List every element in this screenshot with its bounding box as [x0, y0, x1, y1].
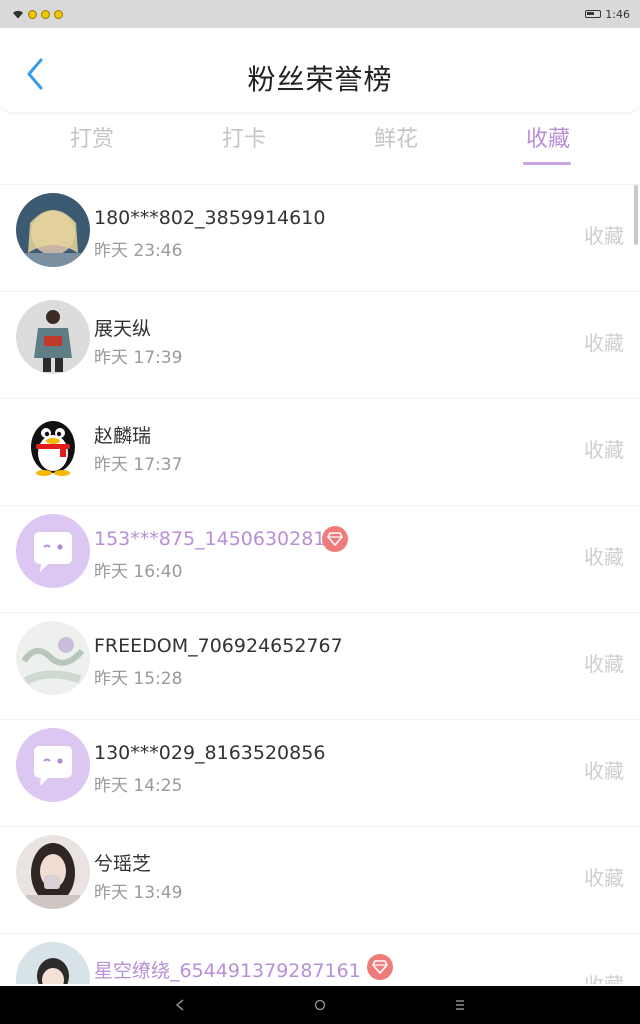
scrollbar[interactable]: [634, 185, 638, 245]
status-icons-left: [12, 9, 63, 19]
list-item[interactable]: 130***029_8163520856 昨天 14:25 收藏: [0, 719, 640, 826]
fan-name: 展天纵: [94, 318, 152, 340]
chat-bubble-icon: [34, 532, 72, 572]
fan-time: 昨天 14:25: [94, 776, 183, 796]
vip-badge: [322, 526, 348, 552]
tab-checkin[interactable]: 打卡: [194, 121, 294, 153]
fan-name: 180***802_3859914610: [94, 207, 326, 229]
avatar: [16, 728, 90, 802]
diamond-icon: [327, 532, 343, 546]
nav-back-button[interactable]: [165, 990, 195, 1020]
avatar: [16, 942, 90, 984]
action-label: 收藏: [584, 969, 624, 984]
action-label: 收藏: [584, 331, 624, 355]
header: 粉丝荣誉榜: [0, 28, 640, 112]
fan-name: 130***029_8163520856: [94, 742, 326, 764]
notification-icon: [54, 9, 63, 19]
wifi-icon: [13, 10, 23, 18]
battery-icon: [585, 10, 602, 18]
fan-time: 昨天 17:37: [94, 455, 183, 475]
diamond-icon: [372, 960, 388, 974]
list-item[interactable]: 展天纵 昨天 17:39 收藏: [0, 291, 640, 398]
action-label: 收藏: [584, 224, 624, 248]
action-label: 收藏: [584, 866, 624, 890]
notification-icon: [41, 9, 50, 19]
list-item[interactable]: 星空缭绕_654491379287161 收藏: [0, 933, 640, 984]
fan-time: 昨天 16:40: [94, 562, 183, 582]
avatar: [16, 835, 90, 909]
tab-flowers[interactable]: 鲜花: [346, 121, 446, 153]
list-item[interactable]: 兮瑶芝 昨天 13:49 收藏: [0, 826, 640, 933]
action-label: 收藏: [584, 545, 624, 569]
penguin-icon: [31, 421, 75, 476]
status-bar: 1:46: [0, 0, 640, 28]
avatar: [16, 193, 90, 267]
list-item[interactable]: 180***802_3859914610 昨天 23:46 收藏: [0, 184, 640, 291]
avatar: [16, 300, 90, 374]
fan-name: FREEDOM_706924652767: [94, 635, 343, 657]
active-tab-indicator: [523, 162, 571, 165]
fan-name: 星空缭绕_654491379287161: [94, 960, 361, 982]
action-label: 收藏: [584, 438, 624, 462]
fan-time: 昨天 13:49: [94, 883, 183, 903]
notification-icon: [28, 9, 37, 19]
fan-name: 赵麟瑞: [94, 425, 152, 447]
back-triangle-icon: [175, 999, 184, 1011]
status-time: 1:46: [605, 7, 630, 21]
fan-name: 153***875_1450630281: [94, 528, 326, 550]
home-circle-icon: [314, 999, 326, 1011]
menu-lines-icon: [456, 1000, 464, 1010]
list-item[interactable]: FREEDOM_706924652767 昨天 15:28 收藏: [0, 612, 640, 719]
fan-time: 昨天 23:46: [94, 241, 183, 261]
chat-bubble-icon: [34, 746, 72, 786]
page-title: 粉丝荣誉榜: [247, 63, 393, 96]
list-item[interactable]: 153***875_1450630281 昨天 16:40 收藏: [0, 505, 640, 612]
nav-home-button[interactable]: [305, 990, 335, 1020]
tab-bar: 打赏 打卡 鲜花 收藏: [0, 115, 640, 167]
tab-reward[interactable]: 打赏: [42, 121, 142, 153]
nav-menu-button[interactable]: [445, 990, 475, 1020]
fan-time: 昨天 17:39: [94, 348, 183, 368]
action-label: 收藏: [584, 652, 624, 676]
vip-badge: [367, 954, 393, 980]
fan-list[interactable]: 180***802_3859914610 昨天 23:46 收藏 展天纵 昨天 …: [0, 184, 640, 984]
fan-name: 兮瑶芝: [94, 853, 152, 875]
system-nav-bar: [0, 986, 640, 1024]
avatar: [16, 621, 90, 695]
action-label: 收藏: [584, 759, 624, 783]
status-icons-right: 1:46: [585, 8, 630, 21]
avatar: [16, 514, 90, 588]
list-item[interactable]: 赵麟瑞 昨天 17:37 收藏: [0, 398, 640, 505]
tab-favorites[interactable]: 收藏: [498, 121, 598, 153]
avatar: [16, 407, 90, 481]
fan-time: 昨天 15:28: [94, 669, 183, 689]
